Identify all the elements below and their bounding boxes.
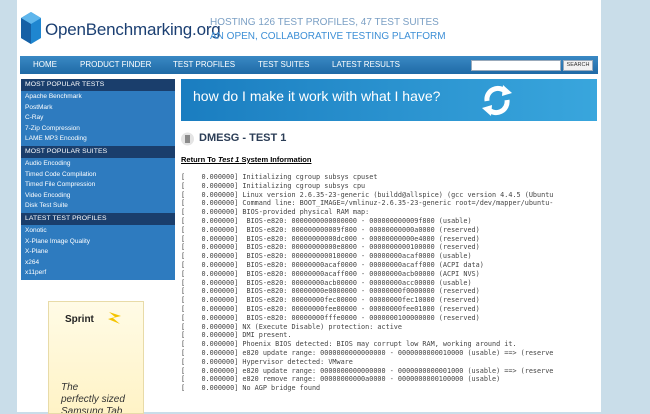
sidebar-item-postmark[interactable]: PostMark	[21, 103, 175, 114]
sidebar-item-xonotic[interactable]: Xonotic	[21, 226, 175, 237]
help-banner[interactable]: how do I make it work with what I have?	[181, 79, 597, 121]
page: OpenBenchmarking.org HOSTING 126 TEST PR…	[17, 0, 601, 414]
log-line: [ 0.000000] BIOS-e820: 00000000fffe0000 …	[181, 313, 480, 322]
log-line: [ 0.000000] Initializing cgroup subsys c…	[181, 181, 366, 190]
sidebar-item-disk-test-suite[interactable]: Disk Test Suite	[21, 201, 175, 212]
search-button[interactable]: SEARCH	[563, 60, 593, 71]
return-to-system-info-link[interactable]: Return To Test 1 System Information	[181, 155, 311, 164]
return-link-prefix: Return To	[181, 155, 218, 164]
nav-home[interactable]: HOME	[33, 56, 57, 74]
return-link-test-name: Test 1	[217, 155, 240, 164]
search-input[interactable]	[471, 60, 561, 71]
sidebar: MOST POPULAR TESTS Apache Benchmark Post…	[21, 79, 175, 280]
sidebar-list-latest-profiles: Xonotic X-Plane Image Quality X-Plane x2…	[21, 224, 175, 280]
log-line: [ 0.000000] Command line: BOOT_IMAGE=/vm…	[181, 199, 554, 208]
sidebar-item-lame[interactable]: LAME MP3 Encoding	[21, 134, 175, 145]
ad-text-line-3: Samsung Tab	[61, 406, 123, 414]
sidebar-item-7zip[interactable]: 7-Zip Compression	[21, 124, 175, 135]
ad-text-line-2: perfectly sized	[61, 394, 125, 405]
site-logo[interactable]: OpenBenchmarking.org	[21, 12, 221, 46]
sidebar-list-popular-tests: Apache Benchmark PostMark C-Ray 7-Zip Co…	[21, 91, 175, 146]
log-line: [ 0.000000] BIOS-e820: 0000000000100000 …	[181, 252, 472, 261]
sidebar-advertisement[interactable]: Sprint The perfectly sized Samsung Tab	[48, 301, 144, 414]
dmesg-log: [ 0.000000] Initializing cgroup subsys c…	[181, 173, 599, 412]
nav-test-profiles[interactable]: TEST PROFILES	[173, 56, 235, 74]
log-line: [ 0.000000] BIOS-e820: 00000000fec00000 …	[181, 296, 480, 305]
nav-latest-results[interactable]: LATEST RESULTS	[332, 56, 400, 74]
log-line: [ 0.000000] No AGP bridge found	[181, 384, 321, 393]
log-line: [ 0.000000] BIOS-e820: 00000000000e8000 …	[181, 243, 480, 252]
tagline-line-1: HOSTING 126 TEST PROFILES, 47 TEST SUITE…	[210, 17, 439, 28]
sidebar-item-xplane[interactable]: X-Plane	[21, 247, 175, 258]
log-line: [ 0.000000] BIOS-e820: 0000000000000000 …	[181, 216, 472, 225]
sidebar-item-x11perf[interactable]: x11perf	[21, 268, 175, 279]
cycle-arrows-icon	[482, 85, 512, 116]
log-line: [ 0.000000] BIOS-e820: 00000000acb00000 …	[181, 278, 472, 287]
log-line: [ 0.000000] e820 remove range: 000000000…	[181, 375, 501, 384]
logo-text: OpenBenchmarking.org	[45, 20, 221, 39]
log-line: [ 0.000000] BIOS-e820: 00000000e0000000 …	[181, 287, 480, 296]
sidebar-item-audio-encoding[interactable]: Audio Encoding	[21, 159, 175, 170]
sidebar-item-apache-benchmark[interactable]: Apache Benchmark	[21, 92, 175, 103]
sidebar-item-c-ray[interactable]: C-Ray	[21, 113, 175, 124]
log-line: [ 0.000000] BIOS-provided physical RAM m…	[181, 208, 370, 217]
log-line: [ 0.000000] e820 update range: 000000000…	[181, 348, 554, 357]
ad-brand: Sprint	[65, 314, 94, 325]
log-line: [ 0.000000] NX (Execute Disable) protect…	[181, 322, 402, 331]
log-line: [ 0.000000] BIOS-e820: 00000000acaf0000 …	[181, 260, 484, 269]
sidebar-item-timed-code-compilation[interactable]: Timed Code Compilation	[21, 170, 175, 181]
log-line: [ 0.000000] Hypervisor detected: VMware	[181, 357, 353, 366]
log-line: [ 0.000000] DMI present.	[181, 331, 292, 340]
sidebar-item-x264[interactable]: x264	[21, 258, 175, 269]
nav-test-suites[interactable]: TEST SUITES	[258, 56, 309, 74]
log-line: [ 0.000000] Phoenix BIOS detected: BIOS …	[181, 340, 517, 349]
test-result-icon	[181, 132, 194, 146]
sprint-logo-icon	[108, 312, 121, 324]
header: OpenBenchmarking.org HOSTING 126 TEST PR…	[17, 0, 601, 56]
sidebar-heading-popular-tests: MOST POPULAR TESTS	[21, 79, 175, 91]
log-line: [ 0.000000] BIOS-e820: 00000000fee00000 …	[181, 304, 480, 313]
logo-icon	[21, 12, 41, 44]
banner-text: how do I make it work with what I have?	[193, 88, 441, 104]
return-link-suffix: System Information	[239, 155, 312, 164]
sidebar-heading-latest-profiles: LATEST TEST PROFILES	[21, 212, 175, 225]
sidebar-item-xplane-image-quality[interactable]: X-Plane Image Quality	[21, 237, 175, 248]
log-line: [ 0.000000] BIOS-e820: 000000000009f800 …	[181, 225, 480, 234]
sidebar-item-video-encoding[interactable]: Video Encoding	[21, 191, 175, 202]
log-line: [ 0.000000] e820 update range: 000000000…	[181, 366, 554, 375]
log-line: [ 0.000000] Linux version 2.6.35-23-gene…	[181, 190, 554, 199]
main-nav: HOME PRODUCT FINDER TEST PROFILES TEST S…	[20, 56, 598, 74]
ad-text-line-1: The	[61, 382, 79, 393]
log-line: [ 0.000000] BIOS-e820: 00000000000dc000 …	[181, 234, 480, 243]
nav-product-finder[interactable]: PRODUCT FINDER	[80, 56, 151, 74]
log-line: [ 0.000000] Initializing cgroup subsys c…	[181, 173, 378, 181]
sidebar-list-popular-suites: Audio Encoding Timed Code Compilation Ti…	[21, 157, 175, 213]
sidebar-heading-popular-suites: MOST POPULAR SUITES	[21, 145, 175, 158]
sidebar-item-timed-file-compression[interactable]: Timed File Compression	[21, 180, 175, 191]
tagline-line-2: AN OPEN, COLLABORATIVE TESTING PLATFORM	[210, 31, 446, 42]
site-tagline: HOSTING 126 TEST PROFILES, 47 TEST SUITE…	[210, 16, 446, 44]
log-line: [ 0.000000] BIOS-e820: 00000000acaff000 …	[181, 269, 480, 278]
ad-text: The perfectly sized Samsung Tab	[61, 382, 125, 414]
page-title: DMESG - TEST 1	[199, 132, 287, 144]
